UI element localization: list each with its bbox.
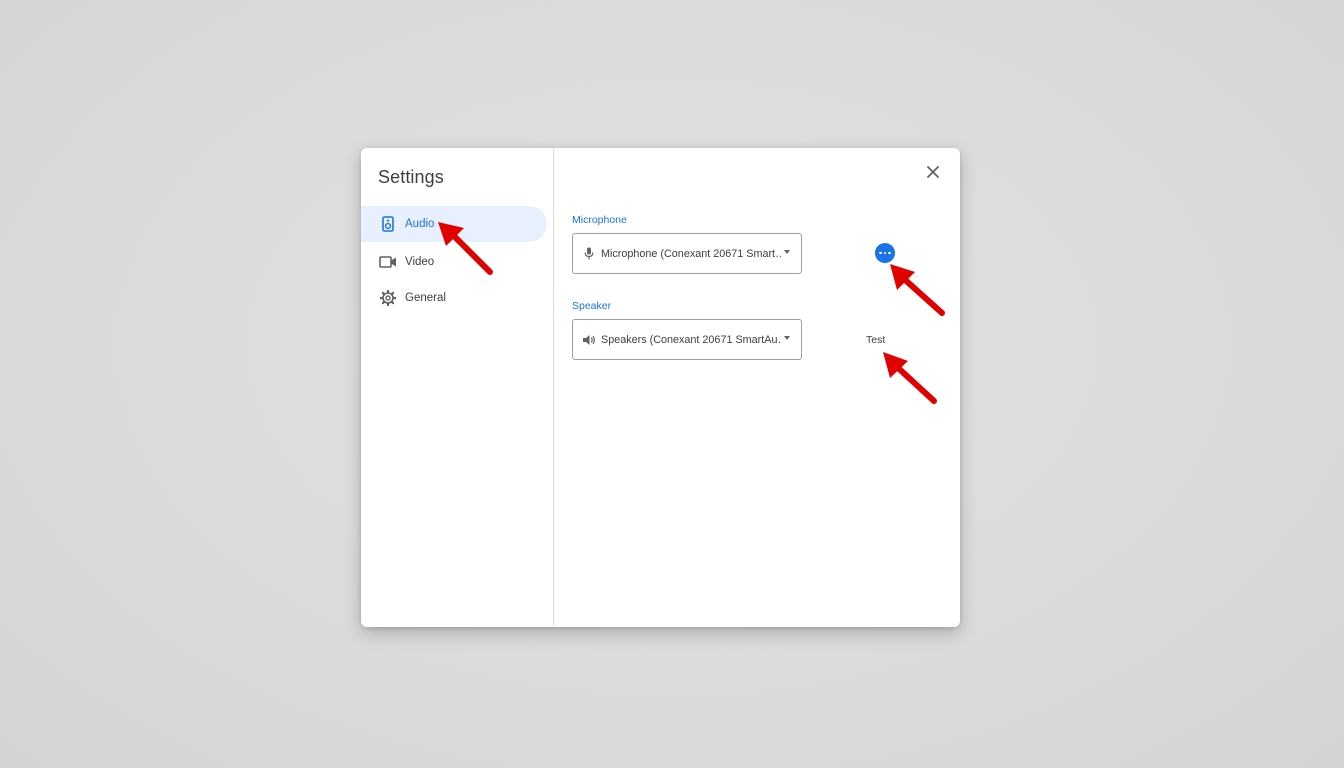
sidebar-item-label: Video: [405, 256, 435, 268]
close-icon: [927, 165, 939, 183]
sidebar-item-label: Audio: [405, 218, 435, 230]
chevron-down-icon: [784, 250, 790, 254]
more-options-button[interactable]: [875, 243, 895, 263]
sidebar-item-video[interactable]: Video: [361, 244, 547, 280]
speaker-label: Speaker: [572, 300, 612, 312]
more-horizontal-icon: [878, 251, 892, 255]
speaker-select[interactable]: Speakers (Conexant 20671 SmartAu…: [572, 319, 802, 360]
microphone-label: Microphone: [572, 214, 627, 226]
test-speaker-button[interactable]: Test: [866, 334, 885, 346]
dialog-title: Settings: [378, 167, 444, 187]
settings-sidebar: Settings Audio Video General: [361, 148, 554, 627]
chevron-down-icon: [784, 336, 790, 340]
speaker-device-icon: [379, 215, 397, 233]
microphone-selected-value: Microphone (Conexant 20671 Smart…: [601, 247, 781, 260]
microphone-icon: [582, 247, 596, 261]
speaker-selected-value: Speakers (Conexant 20671 SmartAu…: [601, 333, 781, 346]
video-camera-icon: [379, 253, 397, 271]
gear-icon: [379, 289, 397, 307]
close-button[interactable]: [921, 162, 945, 186]
microphone-select[interactable]: Microphone (Conexant 20671 Smart…: [572, 233, 802, 274]
sidebar-item-audio[interactable]: Audio: [361, 206, 547, 242]
settings-dialog: Settings Audio Video General Microphone …: [361, 148, 960, 627]
sidebar-item-label: General: [405, 292, 446, 304]
sidebar-item-general[interactable]: General: [361, 280, 547, 316]
volume-icon: [582, 333, 596, 347]
